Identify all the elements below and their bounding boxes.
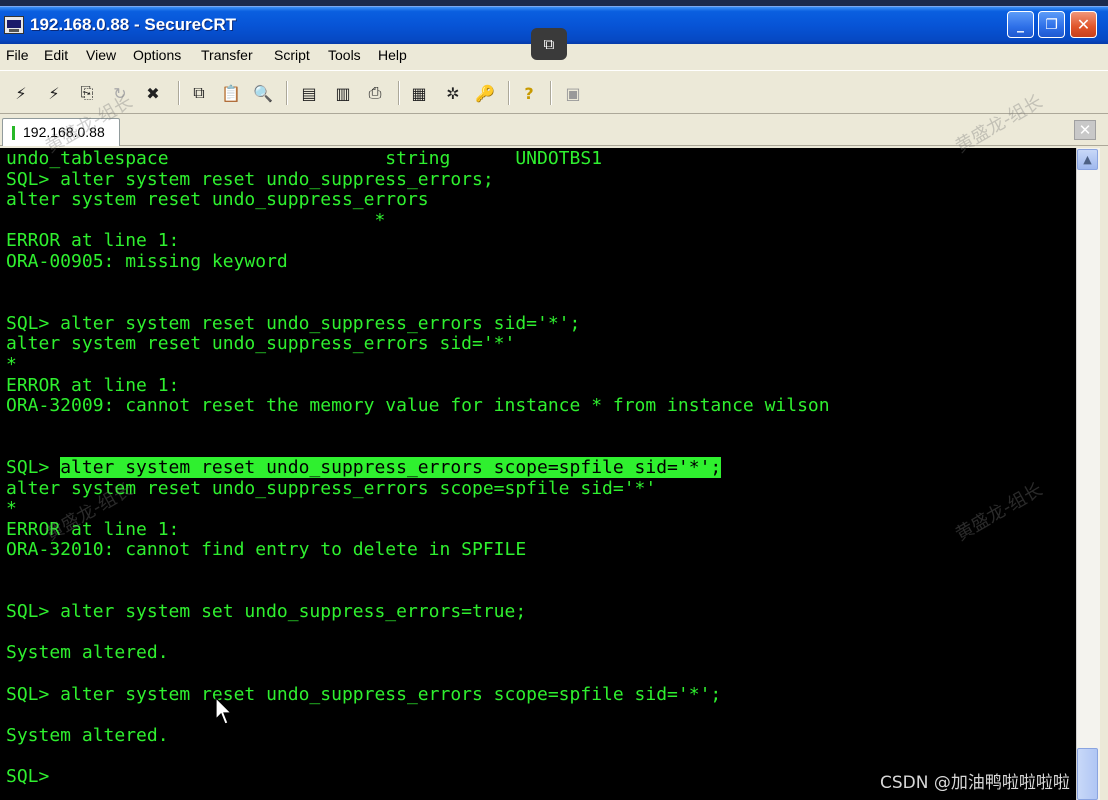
terminal-line: *: [6, 210, 385, 231]
terminal-line: undo_tablespace string UNDOTBS1: [6, 148, 602, 169]
terminal-line-text: ORA-32009: cannot reset the memory value…: [6, 395, 830, 417]
find-icon[interactable]: 🔍: [252, 82, 274, 104]
toolbar: ⚡ ⚡ ⎘ ↻ ✖ ⧉ 📋 🔍 ▤ ▥ ⎙ ▦ ✲ 🔑 ? ▣: [0, 70, 1108, 114]
terminal-output[interactable]: undo_tablespace string UNDOTBS1 SQL> alte…: [0, 148, 1076, 800]
toolbar-separator: [178, 81, 180, 105]
close-tab-icon[interactable]: ✕: [1074, 120, 1096, 140]
terminal-line: ERROR at line 1:: [6, 230, 179, 251]
menu-edit[interactable]: Edit: [44, 47, 68, 63]
menu-script[interactable]: Script: [274, 47, 310, 63]
menu-tools[interactable]: Tools: [328, 47, 361, 63]
terminal-line: SQL> alter system set undo_suppress_erro…: [6, 601, 526, 622]
connect-icon[interactable]: ⚡: [10, 82, 32, 104]
sftp-icon[interactable]: ▣: [562, 82, 584, 104]
terminal-line: ORA-32010: cannot find entry to delete i…: [6, 539, 526, 560]
terminal-line: SQL> alter system reset undo_suppress_er…: [6, 457, 722, 478]
vertical-scrollbar[interactable]: [1076, 148, 1100, 800]
terminal-line-text: *: [6, 209, 386, 231]
keymap-icon[interactable]: 🔑: [474, 82, 496, 104]
terminal-line-text: SQL> alter system reset undo_suppress_er…: [6, 168, 494, 190]
securecrt-app-icon[interactable]: [4, 16, 24, 34]
terminal-line: *: [6, 354, 17, 375]
terminal-line-text: SQL> alter system set undo_suppress_erro…: [6, 601, 527, 623]
close-button[interactable]: ✕: [1070, 11, 1097, 38]
picture-in-picture-icon[interactable]: ⧉: [531, 28, 567, 60]
connect-tab-icon[interactable]: ⎘: [76, 82, 98, 104]
menu-view[interactable]: View: [86, 47, 116, 63]
terminal-line: *: [6, 498, 17, 519]
copy-icon[interactable]: ⧉: [188, 82, 210, 104]
window-frame-edge: [1100, 148, 1108, 800]
send-icon[interactable]: ▤: [298, 82, 320, 104]
paste-icon[interactable]: 📋: [220, 82, 242, 104]
menu-options[interactable]: Options: [133, 47, 181, 63]
receive-icon[interactable]: ▥: [332, 82, 354, 104]
terminal-line-text: SQL>: [6, 766, 50, 787]
terminal-line-text: *: [6, 498, 17, 520]
terminal-line-text: ERROR at line 1:: [6, 374, 180, 396]
terminal-line: System altered.: [6, 725, 169, 746]
terminal-line: SQL> alter system reset undo_suppress_er…: [6, 313, 580, 334]
maximize-button[interactable]: ❐: [1038, 11, 1065, 38]
csdn-credit: CSDN @加油鸭啦啦啦啦: [880, 773, 1070, 793]
help-icon[interactable]: ?: [518, 82, 540, 104]
terminal-line-text: SQL>: [6, 457, 61, 478]
window-title: 192.168.0.88 - SecureCRT: [30, 15, 237, 34]
toolbar-separator: [550, 81, 552, 105]
mouse-pointer-icon: [215, 697, 233, 725]
print-icon[interactable]: ⎙: [364, 82, 386, 104]
terminal-line: SQL>: [6, 766, 49, 787]
scroll-up-icon[interactable]: ▲: [1077, 149, 1098, 170]
terminal-line-text: *: [6, 354, 17, 375]
scroll-thumb[interactable]: [1077, 748, 1098, 800]
terminal-line-text: System altered.: [6, 642, 169, 664]
terminal-line: ERROR at line 1:: [6, 375, 179, 396]
session-options-icon[interactable]: ▦: [408, 82, 430, 104]
terminal-line: alter system reset undo_suppress_errors …: [6, 333, 515, 354]
terminal-line: ORA-32009: cannot reset the memory value…: [6, 395, 830, 416]
connection-status-indicator: [12, 126, 15, 140]
terminal-line-text: ERROR at line 1:: [6, 230, 180, 252]
terminal-line-text: System altered.: [6, 724, 169, 746]
minimize-button[interactable]: _: [1007, 11, 1034, 38]
quick-connect-icon[interactable]: ⚡: [43, 82, 65, 104]
toolbar-separator: [286, 81, 288, 105]
terminal-line-text: alter system reset undo_suppress_errors: [6, 189, 429, 211]
terminal-line-text: ORA-00905: missing keyword: [6, 251, 288, 272]
terminal-line-text: ORA-32010: cannot find entry to delete i…: [6, 539, 527, 561]
securecrt-window: 192.168.0.88 - SecureCRT _ ❐ ✕ ⧉ File Ed…: [0, 0, 1108, 800]
toolbar-separator: [398, 81, 400, 105]
terminal-line: SQL> alter system reset undo_suppress_er…: [6, 169, 494, 190]
terminal-line-text: undo_tablespace string UNDOTBS1: [6, 148, 603, 169]
global-options-icon[interactable]: ✲: [442, 82, 464, 104]
terminal-line-text: SQL> alter system reset undo_suppress_er…: [6, 683, 722, 705]
terminal-line: SQL> alter system reset undo_suppress_er…: [6, 684, 721, 705]
toolbar-separator: [508, 81, 510, 105]
terminal-line: System altered.: [6, 642, 169, 663]
terminal-line-text: SQL> alter system reset undo_suppress_er…: [6, 312, 581, 334]
menu-help[interactable]: Help: [378, 47, 407, 63]
menu-transfer[interactable]: Transfer: [201, 47, 253, 63]
terminal-line: alter system reset undo_suppress_errors: [6, 189, 429, 210]
disconnect-icon[interactable]: ✖: [142, 82, 164, 104]
session-tab-bar: 192.168.0.88: [0, 114, 1108, 146]
terminal-line: ORA-00905: missing keyword: [6, 251, 288, 272]
terminal-line-text: alter system reset undo_suppress_errors …: [6, 333, 516, 355]
menu-file[interactable]: File: [6, 47, 29, 63]
highlighted-selection[interactable]: alter system reset undo_suppress_errors …: [60, 457, 722, 478]
